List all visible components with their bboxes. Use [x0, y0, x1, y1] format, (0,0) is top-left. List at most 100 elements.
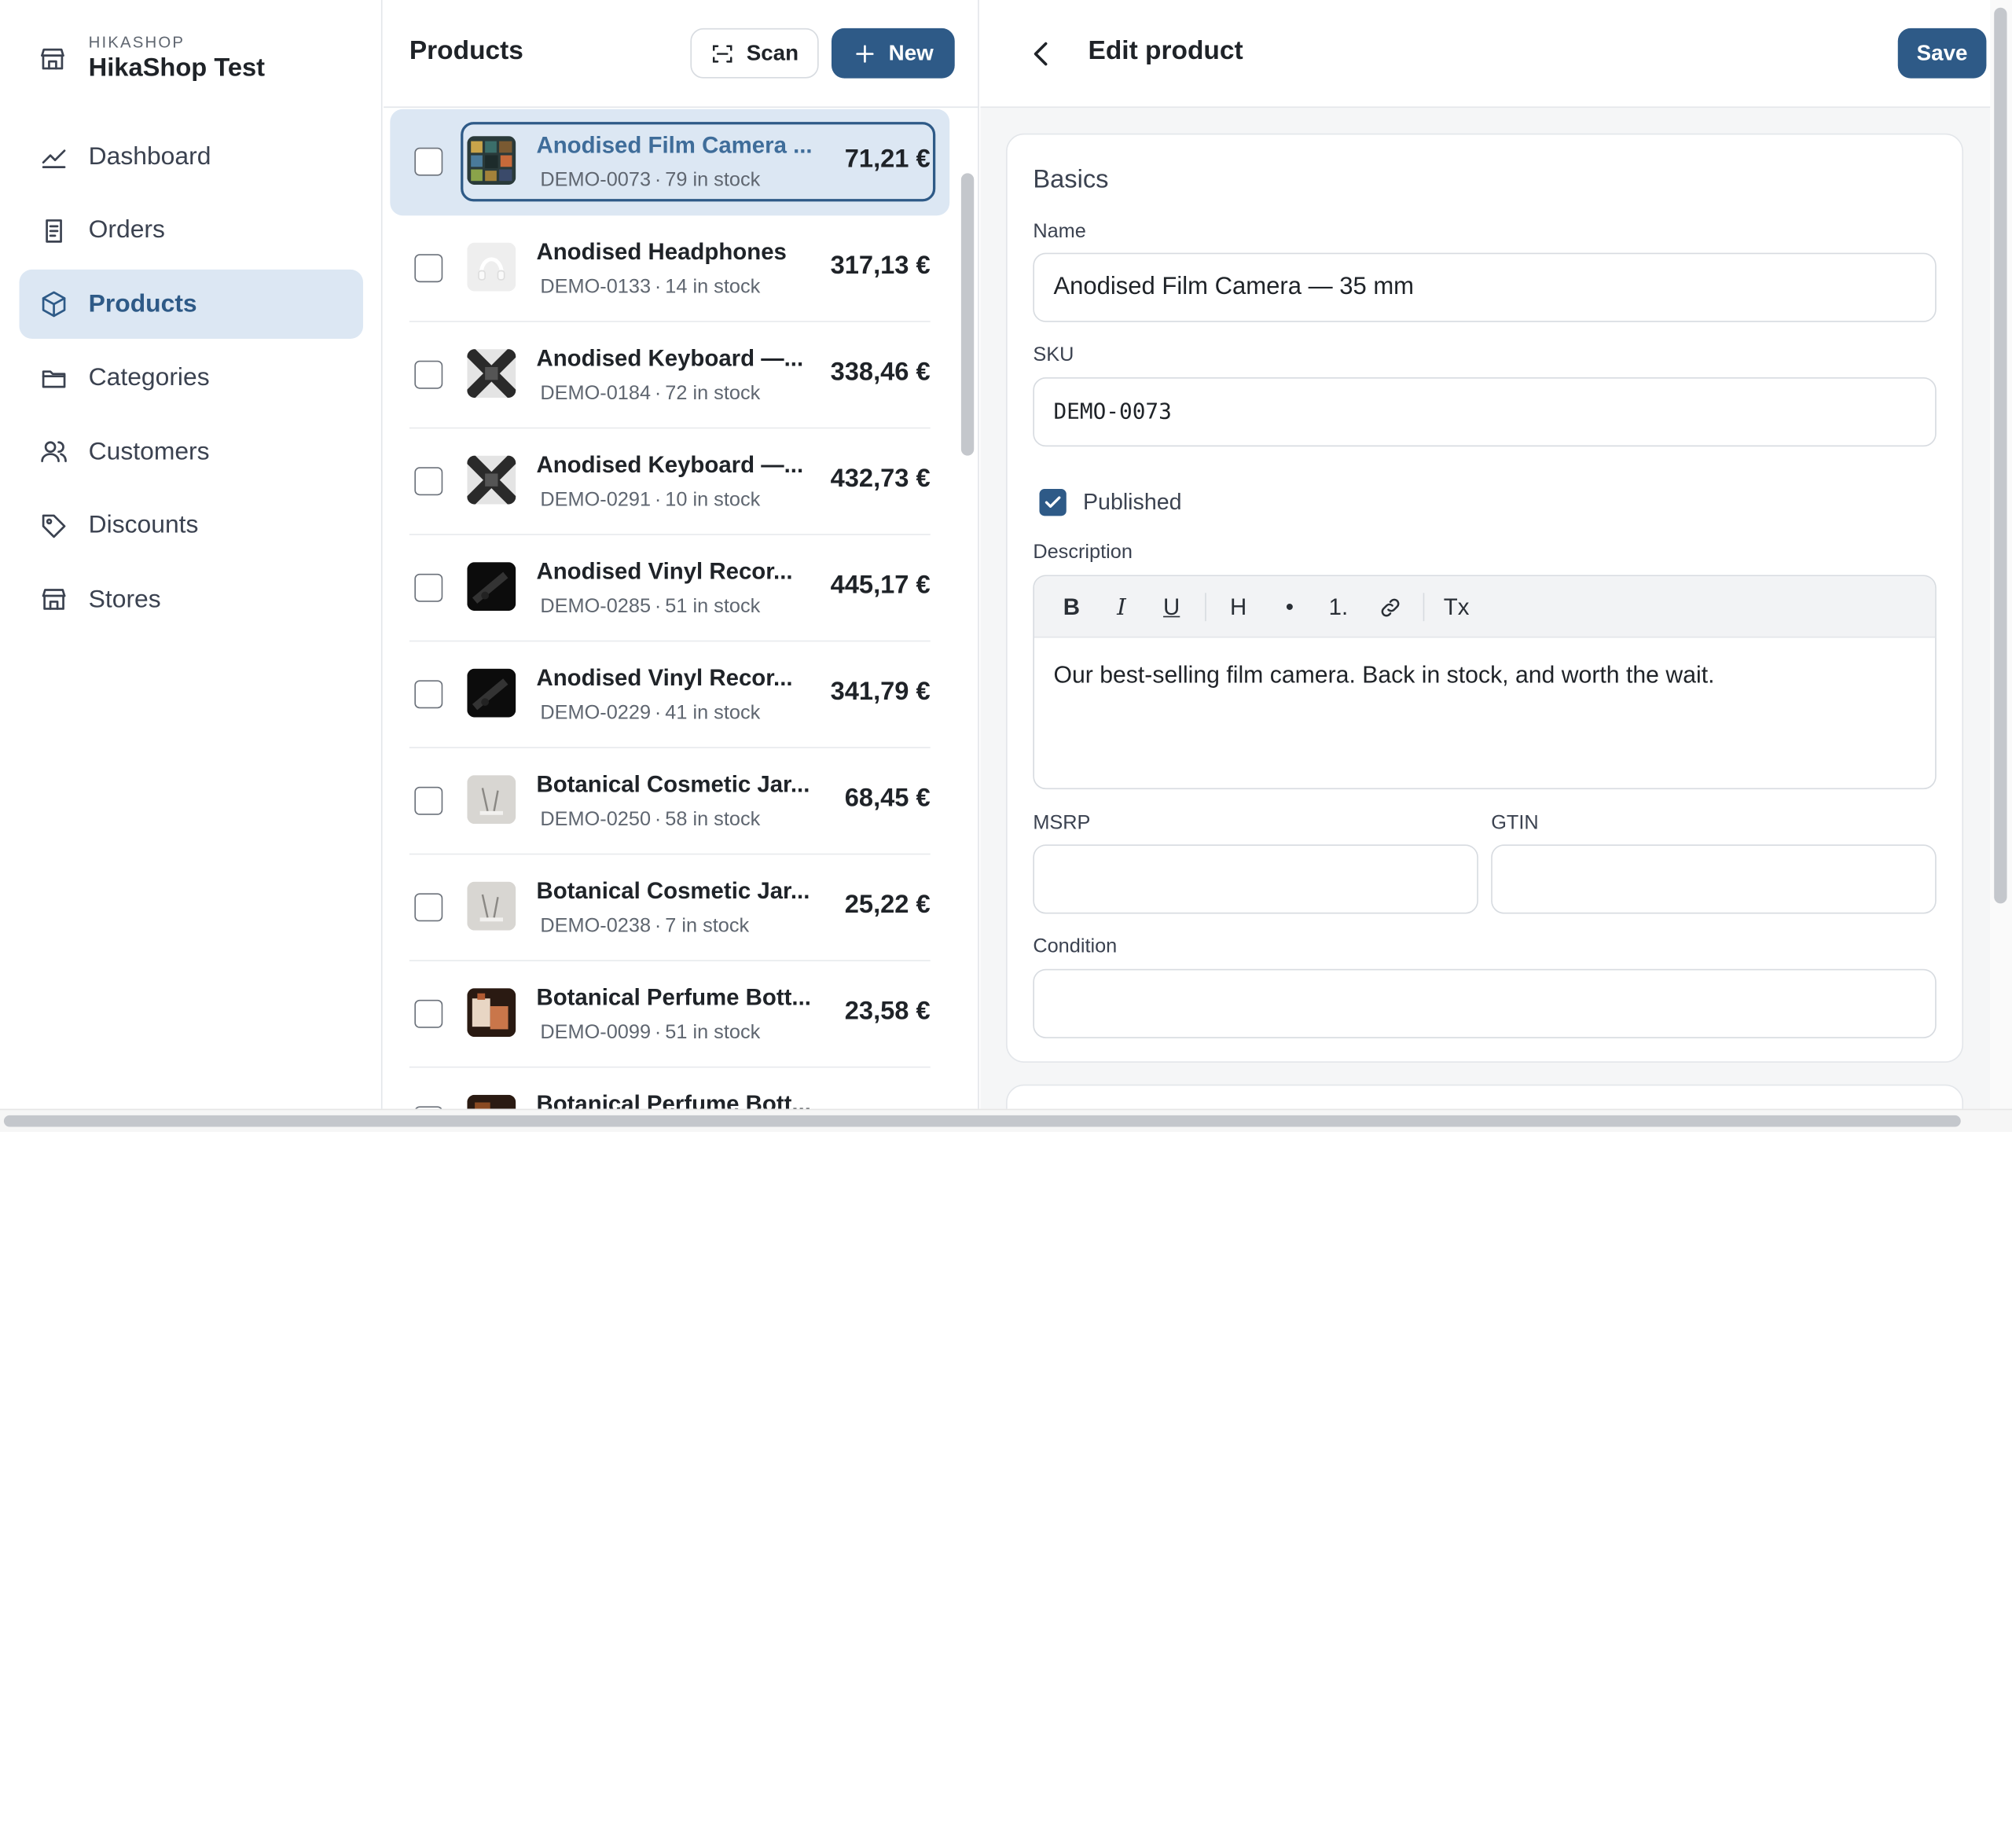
product-row[interactable]: Botanical Perfume Bott...: [409, 1067, 931, 1109]
product-stock: 51 in stock: [665, 1021, 761, 1044]
product-name: Anodised Keyboard —...: [536, 345, 804, 371]
underline-button[interactable]: U: [1155, 590, 1188, 623]
product-row[interactable]: Anodised Vinyl Recor... DEMO-0285 · 51 in …: [409, 535, 931, 642]
condition-label: Condition: [1033, 935, 1118, 957]
product-stock: 41 in stock: [665, 702, 761, 724]
published-label: Published: [1082, 489, 1182, 515]
description-text[interactable]: Our best-selling film camera. Back in st…: [1053, 661, 1714, 689]
name-value: Anodised Film Camera — 35 mm: [1053, 273, 1415, 301]
toolbar-divider: [1205, 593, 1206, 622]
sidebar-item-categories[interactable]: Categories: [19, 344, 363, 413]
sidebar-item-products[interactable]: Products: [19, 269, 364, 340]
horizontal-scrollbar[interactable]: [3, 1115, 1961, 1127]
clear-format-button[interactable]: Tx: [1440, 590, 1473, 623]
published-checkbox[interactable]: [1039, 489, 1067, 516]
sidebar-item-dashboard[interactable]: Dashboard: [19, 122, 363, 191]
list-scrollbar[interactable]: [960, 173, 975, 456]
basics-card: Basics Name Anodised Film Camera — 35 mm…: [1006, 133, 1964, 1063]
product-thumbnail: [467, 455, 516, 505]
product-row[interactable]: Botanical Perfume Bott... DEMO-0099 · 51 i…: [409, 961, 931, 1068]
product-row[interactable]: Anodised Film Camera ... DEMO-0073 · 79 in…: [390, 108, 950, 216]
heading-button[interactable]: H: [1221, 590, 1254, 623]
product-name: Botanical Cosmetic Jar...: [536, 877, 810, 904]
product-row[interactable]: Botanical Cosmetic Jar... DEMO-0250 · 58 i…: [409, 748, 931, 855]
check-icon: [1045, 496, 1061, 508]
sidebar-item-label: Dashboard: [88, 141, 211, 171]
ordered-list-button[interactable]: 1.: [1322, 590, 1355, 623]
product-name: Botanical Perfume Bott...: [536, 1090, 811, 1109]
row-checkbox[interactable]: [414, 786, 443, 815]
product-name: Anodised Film Camera ...: [536, 132, 813, 158]
product-stock: 79 in stock: [665, 169, 761, 192]
editor-toolbar: B I U H • 1. Tx: [1034, 576, 1936, 638]
box-icon: [40, 290, 68, 318]
bold-button[interactable]: B: [1055, 590, 1088, 623]
condition-field[interactable]: [1033, 968, 1937, 1038]
gtin-field[interactable]: [1491, 844, 1937, 914]
chart-line-icon: [40, 142, 68, 171]
msrp-field[interactable]: [1033, 844, 1478, 914]
italic-button[interactable]: I: [1105, 590, 1138, 623]
row-checkbox[interactable]: [414, 999, 443, 1028]
product-price: 68,45 €: [844, 784, 931, 813]
product-price: 25,22 €: [844, 891, 931, 920]
row-checkbox[interactable]: [414, 360, 443, 389]
scan-button[interactable]: Scan: [690, 28, 819, 79]
sidebar-item-discounts[interactable]: Discounts: [19, 491, 363, 560]
new-label: New: [888, 40, 934, 65]
product-price: 341,79 €: [830, 678, 931, 706]
row-checkbox[interactable]: [414, 893, 443, 922]
product-meta: DEMO-0099 · 51 in stock: [536, 1022, 764, 1045]
link-icon: [1380, 597, 1399, 616]
sidebar-item-label: Products: [88, 289, 197, 318]
product-row[interactable]: Anodised Keyboard —... DEMO-0184 · 72 in s…: [409, 322, 931, 429]
scan-label: Scan: [746, 40, 799, 65]
sidebar-item-label: Discounts: [88, 510, 199, 539]
row-checkbox[interactable]: [414, 680, 443, 709]
edit-header: Edit product Save: [980, 0, 1991, 108]
product-meta: DEMO-0285 · 51 in stock: [536, 596, 764, 619]
name-field[interactable]: Anodised Film Camera — 35 mm: [1033, 252, 1937, 322]
product-stock: 58 in stock: [665, 808, 761, 831]
product-name: Botanical Cosmetic Jar...: [536, 771, 810, 797]
row-checkbox[interactable]: [414, 147, 443, 176]
product-sku: DEMO-0250: [540, 808, 652, 831]
sku-field[interactable]: DEMO-0073: [1033, 377, 1937, 447]
new-product-button[interactable]: New: [831, 28, 955, 79]
row-checkbox[interactable]: [414, 573, 443, 602]
app-window: HIKASHOP HikaShop Test Dashboard Orders …: [0, 0, 2012, 1848]
product-meta: DEMO-0250 · 58 in stock: [536, 809, 764, 832]
sku-value: DEMO-0073: [1053, 399, 1172, 425]
product-thumbnail: [467, 562, 516, 612]
product-name: Anodised Keyboard —...: [536, 451, 804, 478]
sidebar-item-label: Stores: [88, 584, 161, 613]
bullet-list-button[interactable]: •: [1273, 590, 1306, 623]
product-name: Botanical Perfume Bott...: [536, 984, 811, 1010]
sidebar-item-orders[interactable]: Orders: [19, 196, 363, 265]
product-row[interactable]: Botanical Cosmetic Jar... DEMO-0238 · 7 in…: [409, 854, 931, 961]
gtin-label: GTIN: [1491, 812, 1539, 835]
row-checkbox[interactable]: [414, 467, 443, 496]
product-meta: DEMO-0238 · 7 in stock: [536, 915, 753, 938]
product-sku: DEMO-0229: [540, 702, 652, 724]
receipt-icon: [40, 216, 68, 244]
link-button[interactable]: [1373, 590, 1406, 623]
product-row[interactable]: Anodised Headphones DEMO-0133 · 14 in stoc…: [409, 215, 931, 322]
product-row[interactable]: Anodised Keyboard —... DEMO-0291 · 10 in s…: [409, 428, 931, 535]
sidebar-item-stores[interactable]: Stores: [19, 564, 363, 634]
product-price: 71,21 €: [844, 145, 931, 174]
window-scrollbar[interactable]: [1994, 7, 2007, 904]
store-icon: [40, 586, 68, 614]
product-row[interactable]: Anodised Vinyl Recor... DEMO-0229 · 41 in …: [409, 641, 931, 748]
row-checkbox[interactable]: [414, 254, 443, 283]
save-button[interactable]: Save: [1897, 28, 1987, 79]
description-label: Description: [1033, 541, 1133, 564]
section-title: Basics: [1033, 165, 1109, 194]
sidebar: HIKASHOP HikaShop Test Dashboard Orders …: [0, 0, 383, 1109]
product-name: Anodised Headphones: [536, 238, 787, 265]
back-button[interactable]: [1026, 39, 1057, 69]
product-meta: DEMO-0229 · 41 in stock: [536, 702, 764, 725]
product-list-pane: Products Scan New Anodised Film Camera .…: [384, 0, 979, 1109]
product-price: 23,58 €: [844, 997, 931, 1026]
sidebar-item-customers[interactable]: Customers: [19, 417, 363, 487]
